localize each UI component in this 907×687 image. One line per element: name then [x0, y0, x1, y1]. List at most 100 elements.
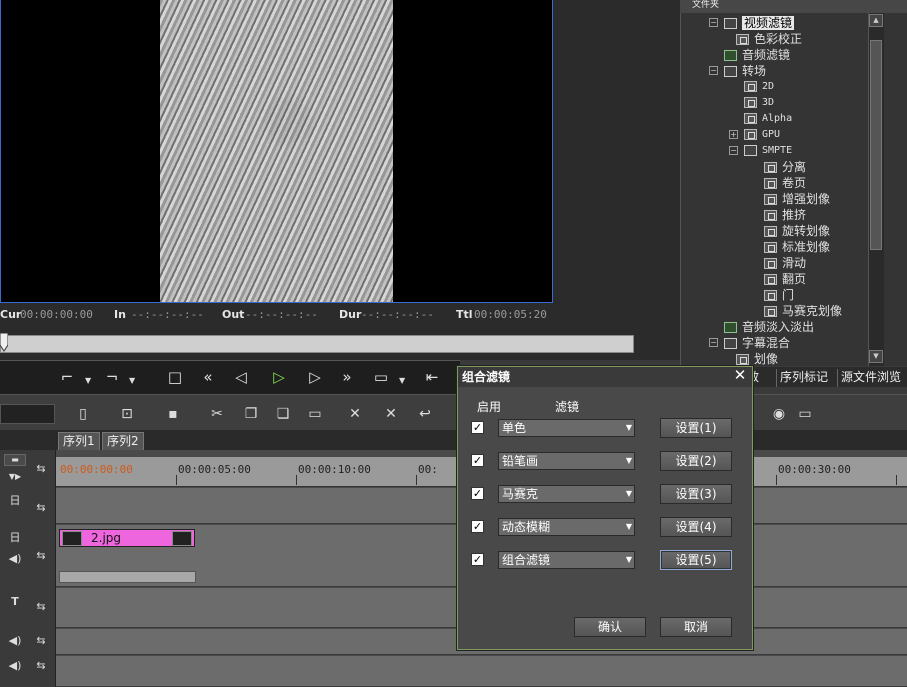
tree-item[interactable]: 划像 [736, 351, 778, 366]
chevron-down-icon[interactable]: ▼ [85, 376, 91, 385]
collapse-icon[interactable]: − [709, 18, 718, 27]
tree-item[interactable]: 3D [744, 95, 774, 111]
new-icon[interactable]: ▯ [72, 404, 94, 424]
settings-button[interactable]: 设置(5) [660, 550, 732, 570]
tree-item[interactable]: 音频滤镜 [724, 47, 790, 63]
tree-item[interactable]: SMPTE [744, 143, 792, 159]
playback-scrub-bar[interactable] [0, 335, 634, 353]
tree-item[interactable]: 字幕混合 [724, 335, 790, 351]
settings-button[interactable]: 设置(3) [660, 484, 732, 504]
tree-item[interactable]: 推挤 [764, 207, 806, 223]
tree-item[interactable]: 旋转划像 [764, 223, 830, 239]
chevron-down-icon[interactable]: ▼ [129, 376, 135, 385]
tree-item[interactable]: 视频滤镜 [724, 15, 795, 31]
stop-icon[interactable]: □ [163, 366, 187, 388]
filter-select[interactable]: 动态模糊 ▼ [498, 518, 635, 536]
save-icon[interactable]: ▪ [162, 404, 184, 424]
tree-item[interactable]: 滑动 [764, 255, 806, 271]
scroll-down-icon[interactable]: ▼ [869, 350, 883, 363]
ripple-delete-icon[interactable]: ✕ [380, 404, 402, 424]
ruler-label: 00: [418, 463, 438, 476]
paste-icon[interactable]: ❏ [272, 404, 294, 424]
speaker-icon[interactable]: ◀) [4, 655, 26, 677]
tree-scrollbar-thumb[interactable] [870, 40, 882, 250]
step-back-icon[interactable]: ◁ [229, 366, 253, 388]
collapse-icon[interactable]: − [729, 146, 738, 155]
tree-item[interactable]: Alpha [744, 111, 792, 127]
enable-checkbox[interactable]: ✓ [471, 454, 484, 467]
window-layout-icon[interactable]: ▭ [794, 404, 816, 424]
title-track-icon[interactable]: T [4, 591, 26, 613]
close-icon[interactable]: ✕ [731, 367, 749, 385]
playhead-icon[interactable] [0, 333, 8, 353]
track-row-audio-2[interactable] [56, 656, 907, 687]
track-sync-icon[interactable]: ⇆ [30, 545, 52, 567]
ruler-label: 00:00:30:00 [778, 463, 851, 476]
settings-button[interactable]: 设置(4) [660, 517, 732, 537]
track-sync-icon[interactable]: ⇆ [30, 458, 52, 480]
tree-item[interactable]: 音频淡入淡出 [724, 319, 814, 335]
toolbar-field[interactable] [0, 404, 55, 424]
tab-sequence-1[interactable]: 序列1 [58, 432, 100, 450]
timeline-clip[interactable]: 2.jpg [59, 529, 195, 547]
filter-select[interactable]: 单色 ▼ [498, 419, 635, 437]
collapse-icon[interactable]: − [709, 66, 718, 75]
copy-icon[interactable]: ❐ [240, 404, 262, 424]
set-out-icon[interactable]: ¬ [100, 366, 124, 388]
video-track-icon[interactable]: 日 [4, 527, 26, 549]
settings-button[interactable]: 设置(1) [660, 418, 732, 438]
cancel-button[interactable]: 取消 [660, 617, 732, 637]
track-sync-icon[interactable]: ⇆ [30, 497, 52, 519]
track-sync-icon[interactable]: ⇆ [30, 630, 52, 652]
track-sync-icon[interactable]: ⇆ [30, 655, 52, 677]
set-in-icon[interactable]: ⌐ [55, 366, 79, 388]
tree-item[interactable]: 卷页 [764, 175, 806, 191]
settings-button[interactable]: 设置(2) [660, 451, 732, 471]
tree-item[interactable]: 翻页 [764, 271, 806, 287]
tab-sequence-markers[interactable]: 序列标记 [776, 369, 831, 387]
color-wheel-icon[interactable]: ◉ [768, 404, 790, 424]
scroll-up-icon[interactable]: ▲ [869, 14, 883, 27]
tree-item[interactable]: 门 [764, 287, 794, 303]
tree-item[interactable]: 分离 [764, 159, 806, 175]
undo-icon[interactable]: ↩ [414, 404, 436, 424]
enable-checkbox[interactable]: ✓ [471, 553, 484, 566]
fast-forward-icon[interactable]: » [335, 366, 359, 388]
import-icon[interactable]: ⊡ [116, 404, 138, 424]
speaker-icon[interactable]: ◀) [4, 548, 26, 570]
track-expand-icon[interactable]: ▼▶ [4, 466, 26, 488]
tree-item[interactable]: 2D [744, 79, 774, 95]
filter-select[interactable]: 马赛克 ▼ [498, 485, 635, 503]
step-forward-icon[interactable]: ▷ [303, 366, 327, 388]
tree-item[interactable]: GPU [744, 127, 780, 143]
enable-checkbox[interactable]: ✓ [471, 520, 484, 533]
loop-icon[interactable]: ▭ [369, 366, 393, 388]
tree-item[interactable]: 增强划像 [764, 191, 830, 207]
collapse-icon[interactable]: − [709, 338, 718, 347]
go-to-in-icon[interactable]: ⇤ [420, 366, 444, 388]
speaker-icon[interactable]: ◀) [4, 630, 26, 652]
ok-button[interactable]: 确认 [574, 617, 646, 637]
clip-audio-bar[interactable] [59, 571, 196, 583]
video-track-icon[interactable]: 日 [4, 490, 26, 512]
enable-checkbox[interactable]: ✓ [471, 487, 484, 500]
rewind-icon[interactable]: « [196, 366, 220, 388]
filter-select[interactable]: 组合滤镜 ▼ [498, 551, 635, 569]
track-sync-icon[interactable]: ⇆ [30, 596, 52, 618]
tree-item[interactable]: 马赛克划像 [764, 303, 842, 319]
tree-item[interactable]: 色彩校正 [736, 31, 802, 47]
tab-source-browser[interactable]: 源文件浏览 [837, 369, 904, 387]
tree-item[interactable]: 标准划像 [764, 239, 830, 255]
tree-item[interactable]: 转场 [724, 63, 766, 79]
enable-checkbox[interactable]: ✓ [471, 421, 484, 434]
filter-select[interactable]: 铅笔画 ▼ [498, 452, 635, 470]
tab-sequence-2[interactable]: 序列2 [102, 432, 144, 450]
chevron-down-icon[interactable]: ▼ [399, 376, 405, 385]
cut-icon[interactable]: ✂ [206, 404, 228, 424]
audio-filter-icon [724, 322, 737, 333]
track-toggle-icon[interactable]: ▬ [4, 454, 26, 466]
expand-icon[interactable]: + [729, 130, 738, 139]
delete-icon[interactable]: ✕ [344, 404, 366, 424]
play-icon[interactable]: ▷ [267, 366, 291, 388]
replace-icon[interactable]: ▭ [304, 404, 326, 424]
